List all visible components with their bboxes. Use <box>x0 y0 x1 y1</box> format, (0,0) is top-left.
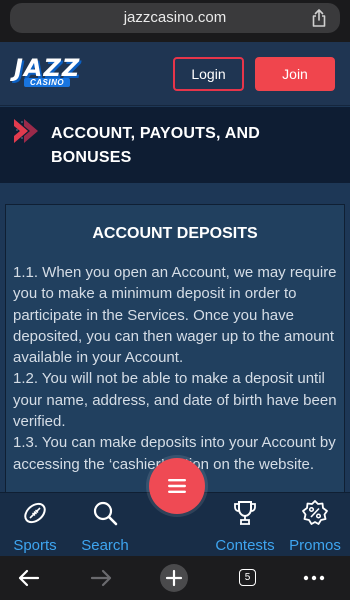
page: jazzcasino.com JAZZ CASINO Login Join AC… <box>0 0 350 600</box>
forward-arrow-icon[interactable] <box>87 564 115 592</box>
address-field[interactable]: jazzcasino.com <box>10 3 340 33</box>
logo-subtext: CASINO <box>24 78 71 87</box>
chevron-arrows-icon <box>14 119 38 143</box>
plus-icon <box>160 564 188 592</box>
back-arrow-icon[interactable] <box>15 564 43 592</box>
join-button[interactable]: Join <box>255 57 335 91</box>
section-title: ACCOUNT, PAYOUTS, AND BONUSES <box>51 125 260 166</box>
login-button[interactable]: Login <box>173 57 244 91</box>
url-text[interactable]: jazzcasino.com <box>10 9 340 26</box>
menu-button[interactable] <box>149 458 205 514</box>
nav-item-search[interactable]: Search <box>70 493 140 557</box>
hamburger-menu-icon <box>168 479 186 493</box>
percent-badge-icon <box>302 500 328 525</box>
nav-label-search: Search <box>81 537 129 554</box>
tabs-button[interactable]: 5 <box>233 564 261 592</box>
paragraph-1-2: 1.2. You will not be able to make a depo… <box>13 370 337 431</box>
trophy-icon <box>234 501 256 525</box>
nav-item-promos[interactable]: Promos <box>280 493 350 557</box>
football-icon <box>24 502 46 524</box>
nav-label-promos: Promos <box>289 537 341 554</box>
new-tab-button[interactable] <box>160 564 188 592</box>
jazz-casino-logo[interactable]: JAZZ CASINO <box>14 54 90 90</box>
browser-url-bar: jazzcasino.com <box>0 0 350 42</box>
tabs-count: 5 <box>239 569 256 586</box>
card-body: 1.1. When you open an Account, we may re… <box>13 262 339 475</box>
browser-toolbar: 5 <box>0 556 350 600</box>
paragraph-1-1: 1.1. When you open an Account, we may re… <box>13 264 337 367</box>
search-icon <box>93 501 118 526</box>
site-header: JAZZ CASINO Login Join <box>0 42 350 106</box>
share-icon[interactable] <box>310 9 328 27</box>
section-banner: ACCOUNT, PAYOUTS, AND BONUSES <box>0 107 350 183</box>
card-title: ACCOUNT DEPOSITS <box>92 225 258 242</box>
more-options-icon[interactable] <box>300 564 328 592</box>
